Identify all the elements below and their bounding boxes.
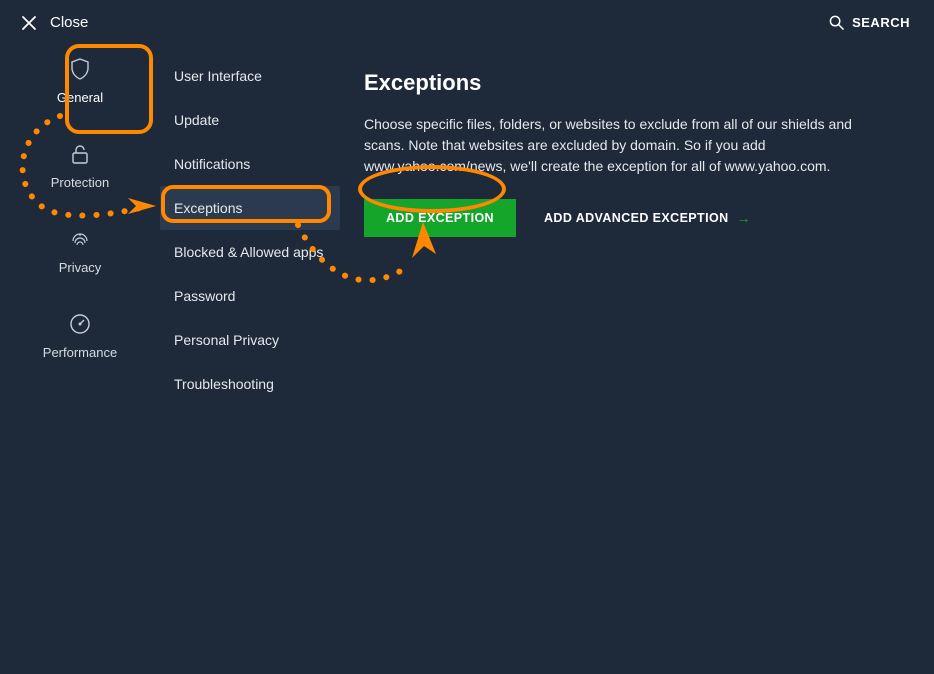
lock-icon <box>65 139 95 169</box>
close-button[interactable]: Close <box>22 14 88 31</box>
add-exception-button[interactable]: ADD EXCEPTION <box>364 199 516 237</box>
category-protection[interactable]: Protection <box>0 139 160 190</box>
search-button[interactable]: SEARCH <box>829 15 910 30</box>
arrow-right-icon: → <box>737 210 751 226</box>
menu-item-personal-privacy[interactable]: Personal Privacy <box>160 318 340 362</box>
menu-item-notifications[interactable]: Notifications <box>160 142 340 186</box>
add-advanced-exception-button[interactable]: ADD ADVANCED EXCEPTION → <box>544 210 751 226</box>
category-sidebar: General Protection Privacy <box>0 40 160 674</box>
category-label: General <box>57 90 103 105</box>
close-icon <box>22 16 36 30</box>
page-description: Choose specific files, folders, or websi… <box>364 114 894 177</box>
category-label: Protection <box>51 175 110 190</box>
close-label: Close <box>50 14 88 31</box>
gauge-icon <box>65 309 95 339</box>
category-privacy[interactable]: Privacy <box>0 224 160 275</box>
category-general[interactable]: General <box>0 54 160 105</box>
menu-item-troubleshooting[interactable]: Troubleshooting <box>160 362 340 406</box>
category-performance[interactable]: Performance <box>0 309 160 360</box>
fingerprint-icon <box>65 224 95 254</box>
category-label: Privacy <box>59 260 102 275</box>
add-advanced-exception-label: ADD ADVANCED EXCEPTION <box>544 211 729 225</box>
content-pane: Exceptions Choose specific files, folder… <box>340 40 934 674</box>
category-label: Performance <box>43 345 117 360</box>
menu-item-user-interface[interactable]: User Interface <box>160 54 340 98</box>
menu-item-exceptions[interactable]: Exceptions <box>160 186 340 230</box>
menu-item-blocked-allowed-apps[interactable]: Blocked & Allowed apps <box>160 230 340 274</box>
menu-item-update[interactable]: Update <box>160 98 340 142</box>
shield-icon <box>65 54 95 84</box>
settings-menu: User Interface Update Notifications Exce… <box>160 40 340 674</box>
page-title: Exceptions <box>364 70 904 96</box>
search-label: SEARCH <box>852 15 910 30</box>
search-icon <box>829 15 844 30</box>
menu-item-password[interactable]: Password <box>160 274 340 318</box>
